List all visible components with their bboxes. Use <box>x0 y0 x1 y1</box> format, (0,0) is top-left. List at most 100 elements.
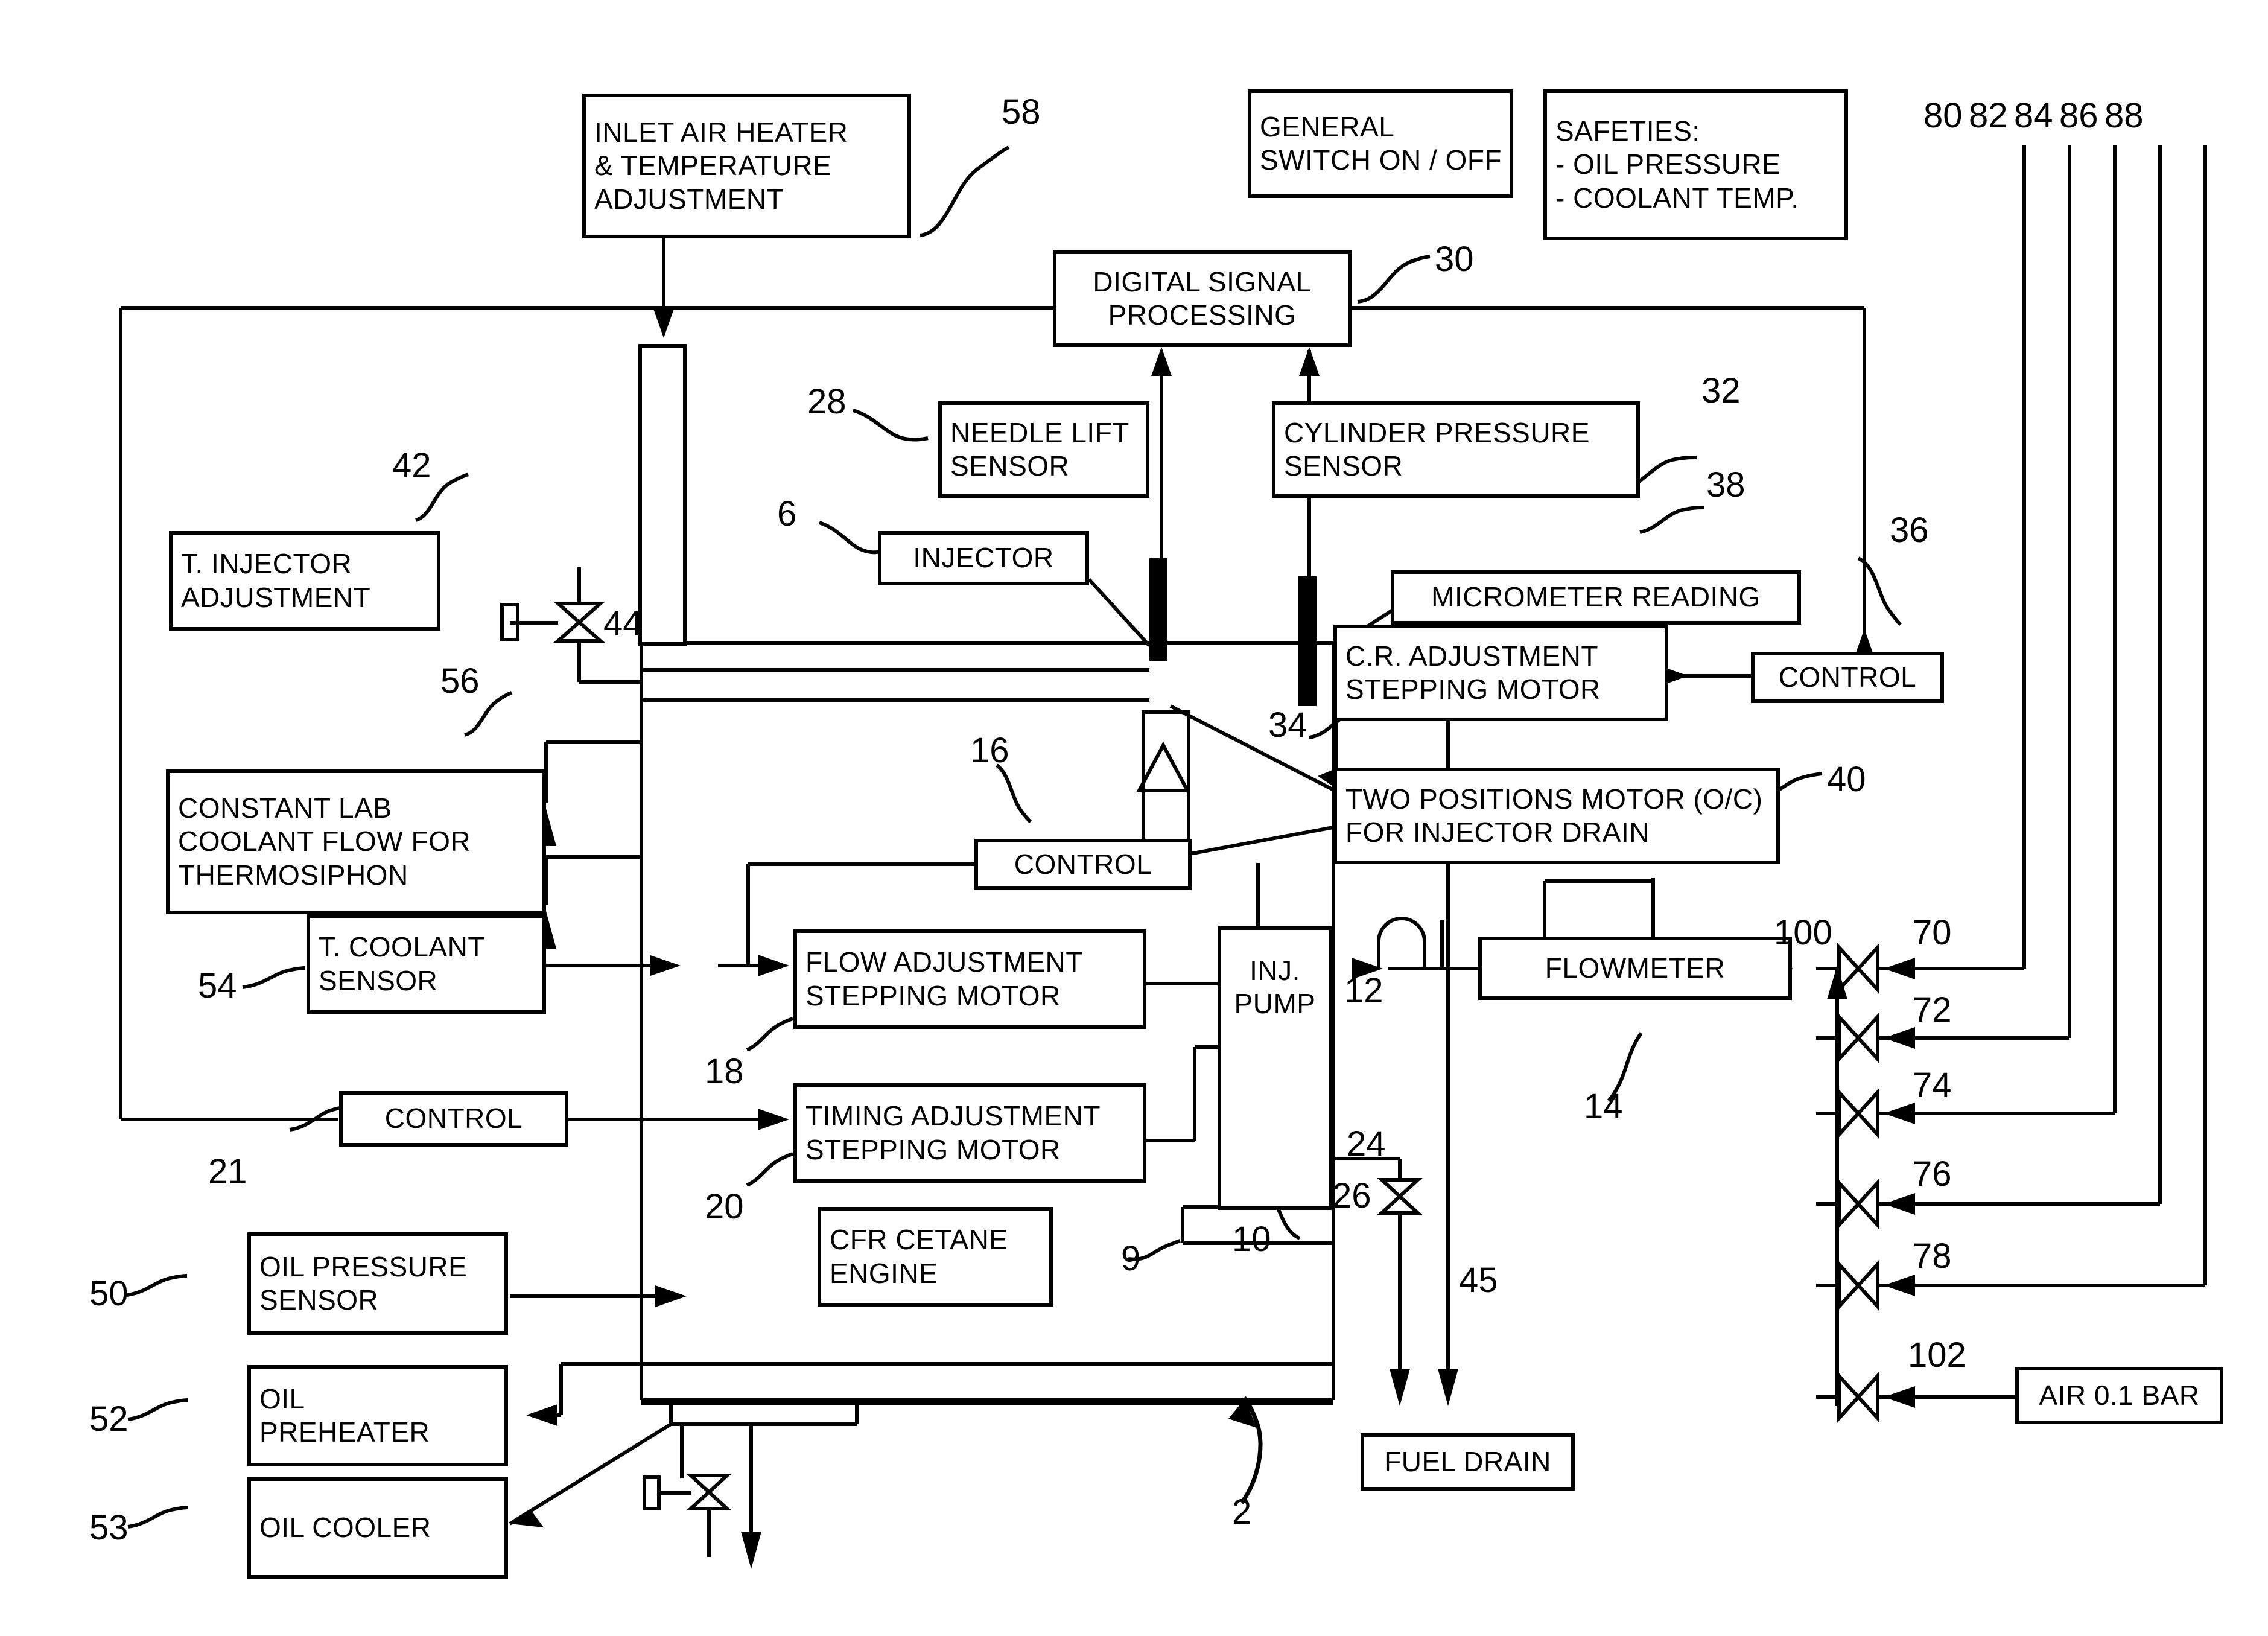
flow-adjustment-motor-box[interactable]: FLOW ADJUSTMENT STEPPING MOTOR <box>793 929 1146 1029</box>
leader-54 <box>242 966 306 989</box>
inlet-air-heater-box[interactable]: INLET AIR HEATER & TEMPERATURE ADJUSTMEN… <box>582 94 911 238</box>
general-switch-line-1: GENERAL <box>1260 110 1395 142</box>
micrometer-label: MICROMETER READING <box>1431 581 1761 613</box>
flow-adj-line-1: FLOW ADJUSTMENT <box>805 946 1083 978</box>
general-switch-line-2: SWITCH ON / OFF <box>1260 144 1502 176</box>
two-positions-line-1: TWO POSITIONS MOTOR (O/C) <box>1345 783 1763 815</box>
ref-34: 34 <box>1268 705 1307 745</box>
fuel-drain-label: FUEL DRAIN <box>1384 1445 1551 1477</box>
timing-adjustment-motor-box[interactable]: TIMING ADJUSTMENT STEPPING MOTOR <box>793 1083 1146 1183</box>
t-coolant-line-1: T. COOLANT <box>319 931 485 963</box>
ref-26: 26 <box>1332 1176 1371 1215</box>
arrow-v102 <box>1884 1386 1915 1408</box>
leader-58 <box>920 145 1010 237</box>
leader-18 <box>746 1017 793 1052</box>
control-oil-box[interactable]: CONTROL <box>339 1091 568 1147</box>
oil-cooler-label: OIL COOLER <box>259 1512 431 1544</box>
wire-injector-point <box>1087 578 1151 648</box>
leader-52 <box>127 1398 189 1421</box>
valve-symbols <box>1837 943 1879 1423</box>
ref-10: 10 <box>1232 1220 1271 1259</box>
coolant-line-1: CONSTANT LAB <box>178 792 392 824</box>
valve-26-symbol <box>1377 1178 1423 1215</box>
safeties-box: SAFETIES: - OIL PRESSURE - COOLANT TEMP. <box>1543 89 1848 240</box>
leader-2 <box>1240 1396 1263 1504</box>
ref-38: 38 <box>1706 465 1745 504</box>
needle-lift-sensor-box[interactable]: NEEDLE LIFT SENSOR <box>938 401 1149 498</box>
ref-36: 36 <box>1890 511 1929 550</box>
cylinder-pressure-sensor-box[interactable]: CYLINDER PRESSURE SENSOR <box>1272 401 1640 498</box>
leader-38 <box>1639 506 1704 534</box>
arrow-oil-cooler-in <box>510 1509 544 1527</box>
ref-40: 40 <box>1827 760 1866 799</box>
control-cr-box[interactable]: CONTROL <box>1751 652 1944 703</box>
injector-body <box>1142 710 1190 859</box>
ref-56: 56 <box>440 661 480 701</box>
ref-32: 32 <box>1701 371 1741 410</box>
check-valve-hump <box>1377 917 1426 969</box>
micrometer-reading-box: MICROMETER READING <box>1391 570 1801 625</box>
oil-preheater-box[interactable]: OIL PREHEATER <box>247 1365 508 1466</box>
ref-42: 42 <box>392 446 431 485</box>
ref-6: 6 <box>777 494 797 533</box>
inj-pump-box[interactable]: INJ. PUMP <box>1218 926 1332 1210</box>
safeties-line-1: SAFETIES: <box>1555 115 1700 147</box>
arrow-manifold-up <box>1827 966 1847 999</box>
orifice-triangle <box>1136 741 1190 792</box>
arrow-oil-preheater-in <box>526 1404 557 1426</box>
air-pressure-source-box: AIR 0.1 BAR <box>2015 1367 2223 1424</box>
ref-24: 24 <box>1347 1124 1386 1163</box>
arrow-flowadj-in <box>758 955 789 976</box>
ref-14: 14 <box>1584 1087 1623 1126</box>
coolant-line-2: COOLANT FLOW FOR <box>178 826 471 858</box>
t-injector-line-1: T. INJECTOR <box>181 548 352 580</box>
diagram-canvas: INLET AIR HEATER & TEMPERATURE ADJUSTMEN… <box>0 0 2268 1636</box>
control-oil-label: CONTROL <box>384 1103 523 1135</box>
timing-adj-line-1: TIMING ADJUSTMENT <box>805 1100 1101 1132</box>
leader-50 <box>126 1274 188 1297</box>
ref-78: 78 <box>1913 1237 1952 1276</box>
ref-70: 70 <box>1913 913 1952 952</box>
oil-preheater-line-2: PREHEATER <box>259 1416 430 1448</box>
injector-box[interactable]: INJECTOR <box>878 531 1089 585</box>
arrow-v76 <box>1884 1193 1915 1215</box>
ref-88: 88 <box>2104 96 2144 135</box>
arrow-dsp-in-1 <box>1151 347 1172 376</box>
digital-signal-processing-box[interactable]: DIGITAL SIGNAL PROCESSING <box>1053 250 1352 347</box>
oil-cooler-box[interactable]: OIL COOLER <box>247 1477 508 1579</box>
control-flow-box[interactable]: CONTROL <box>974 839 1192 890</box>
two-positions-motor-box[interactable]: TWO POSITIONS MOTOR (O/C) FOR INJECTOR D… <box>1333 768 1780 864</box>
arrow-v72 <box>1884 1027 1915 1049</box>
air-pressure-label: AIR 0.1 BAR <box>2039 1379 2200 1411</box>
ref-58: 58 <box>1002 92 1041 132</box>
fuel-drain-box: FUEL DRAIN <box>1361 1433 1575 1491</box>
leader-36 <box>1857 556 1902 626</box>
cylinder-pressure-probe <box>1298 576 1317 706</box>
arrow-v74 <box>1884 1103 1915 1124</box>
t-injector-adjustment-box[interactable]: T. INJECTOR ADJUSTMENT <box>169 531 440 631</box>
arrow-into-air-column <box>653 309 674 338</box>
arrow-ref-2 <box>1228 1399 1257 1428</box>
ref-18: 18 <box>705 1052 744 1091</box>
cr-adjustment-motor-box[interactable]: C.R. ADJUSTMENT STEPPING MOTOR <box>1333 625 1668 721</box>
ref-100: 100 <box>1774 913 1832 952</box>
leader-28 <box>853 409 929 442</box>
cfr-engine-line-2: ENGINE <box>830 1257 938 1289</box>
arrow-dsp-in-2 <box>1299 347 1320 376</box>
arrow-v78 <box>1884 1275 1915 1296</box>
inj-pump-line-1: INJ. <box>1250 955 1300 986</box>
ref-82: 82 <box>1969 96 2008 135</box>
oil-pressure-sensor-box[interactable]: OIL PRESSURE SENSOR <box>247 1232 508 1335</box>
injector-label: INJECTOR <box>913 542 1054 574</box>
ref-30: 30 <box>1435 240 1474 279</box>
cfr-cetane-engine-box[interactable]: CFR CETANE ENGINE <box>818 1207 1053 1307</box>
needle-lift-line-2: SENSOR <box>950 450 1070 482</box>
arrow-timingadj-in <box>758 1109 789 1130</box>
leader-16 <box>996 763 1032 824</box>
flowmeter-label: FLOWMETER <box>1545 952 1726 984</box>
arrow-sump-out <box>741 1532 761 1569</box>
general-switch-box[interactable]: GENERAL SWITCH ON / OFF <box>1248 89 1513 198</box>
t-coolant-sensor-box[interactable]: T. COOLANT SENSOR <box>307 914 546 1014</box>
cylinder-pressure-line-1: CYLINDER PRESSURE <box>1284 416 1590 448</box>
ref-53: 53 <box>89 1508 129 1547</box>
